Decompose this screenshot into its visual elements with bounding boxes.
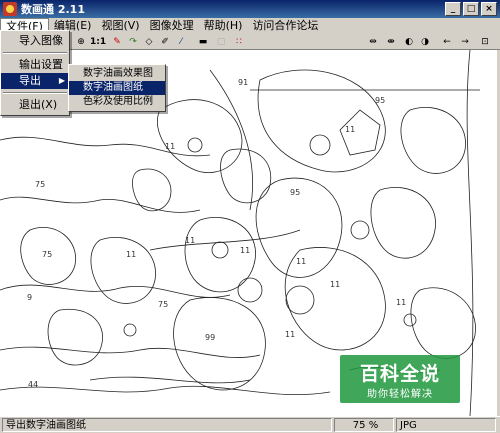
region-number: 44 (28, 380, 39, 389)
status-format: JPG (396, 418, 496, 432)
maximize-button[interactable]: □ (463, 2, 479, 16)
brush-icon[interactable]: ▬ (196, 35, 210, 49)
watermark-logo: 百科全说 助你轻松解决 (340, 355, 460, 403)
region-number: 75 (42, 250, 53, 259)
region-number: 95 (290, 188, 301, 197)
status-bar: 导出数字油画图纸 75 % JPG (0, 416, 500, 433)
menu-export[interactable]: 导出 ▶ (1, 73, 69, 89)
region-number: 75 (35, 180, 46, 189)
eyedropper-icon[interactable]: ⁄ (174, 35, 188, 49)
redo-arrow-icon[interactable]: → (458, 35, 472, 49)
region-number: 11 (345, 125, 356, 134)
submenu-effect-image[interactable]: 数字油画效果图 (69, 67, 165, 81)
submenu-color-usage[interactable]: 色彩及使用比例 (69, 95, 165, 109)
app-icon (3, 2, 17, 16)
zoom-in-icon[interactable]: ⊕ (74, 35, 88, 49)
title-bar: 数画通 2.11 _ □ × (0, 0, 500, 18)
fit-icon[interactable]: ⊡ (478, 35, 492, 49)
menu-separator (3, 52, 67, 54)
menu-export-label: 导出 (19, 74, 41, 87)
window-controls: _ □ × (445, 2, 497, 16)
status-message: 导出数字油画图纸 (2, 418, 332, 432)
flip-icon[interactable]: ◐ (402, 35, 416, 49)
region-number: 9 (27, 293, 33, 302)
export-submenu: 数字油画效果图 数字油画图纸 色彩及使用比例 (68, 64, 166, 112)
region-number: 91 (238, 78, 249, 87)
grid-icon[interactable]: ∷ (232, 35, 246, 49)
region-number: 11 (185, 236, 196, 245)
menu-import-image[interactable]: 导入图像 (1, 33, 69, 49)
menu-output-settings[interactable]: 输出设置 (1, 57, 69, 73)
lasso-icon[interactable]: ◇ (142, 35, 156, 49)
toolbar: ⊕ 1:1 ✎ ↷ ◇ ✐ ⁄ ▬ ▢ ∷ ⇹ ⇼ ◐ ◑ ← → ⊡ (0, 34, 500, 50)
redo-icon[interactable]: ↷ (126, 35, 140, 49)
window-title: 数画通 2.11 (21, 3, 85, 16)
region-number: 95 (375, 96, 386, 105)
menu-visit-forum[interactable]: 访问合作论坛 (247, 18, 323, 34)
align-left-icon[interactable]: ⇹ (366, 35, 380, 49)
region-number: 11 (330, 280, 341, 289)
align-center-icon[interactable]: ⇼ (384, 35, 398, 49)
status-zoom: 75 % (334, 418, 394, 432)
region-number: 11 (165, 142, 176, 151)
menu-help[interactable]: 帮助(H) (199, 18, 248, 34)
menu-view[interactable]: 视图(V) (96, 18, 144, 34)
region-number: 11 (240, 246, 251, 255)
menu-bar: 文件(F) 编辑(E) 视图(V) 图像处理 帮助(H) 访问合作论坛 (0, 18, 500, 34)
selection-icon[interactable]: ▢ (214, 35, 228, 49)
region-number: 11 (285, 330, 296, 339)
undo-icon[interactable]: ← (440, 35, 454, 49)
close-button[interactable]: × (481, 2, 497, 16)
submenu-drawing-sheet[interactable]: 数字油画图纸 (69, 81, 165, 95)
menu-image-processing[interactable]: 图像处理 (145, 18, 199, 34)
watermark-title: 百科全说 (359, 363, 440, 385)
submenu-arrow-icon: ▶ (58, 76, 65, 85)
region-number: 11 (296, 257, 307, 266)
actual-size-icon[interactable]: 1:1 (90, 35, 106, 49)
menu-separator (3, 92, 67, 94)
region-number: 11 (396, 298, 407, 307)
menu-exit[interactable]: 退出(X) (1, 97, 69, 113)
rotate-icon[interactable]: ◑ (418, 35, 432, 49)
region-number: 99 (205, 333, 216, 342)
file-menu-dropdown: 导入图像 输出设置 导出 ▶ 退出(X) (0, 30, 70, 116)
region-number: 11 (126, 250, 137, 259)
pen-icon[interactable]: ✐ (158, 35, 172, 49)
region-number: 75 (158, 300, 169, 309)
minimize-button[interactable]: _ (445, 2, 461, 16)
pencil-icon[interactable]: ✎ (110, 35, 124, 49)
watermark-subtitle: 助你轻松解决 (367, 389, 433, 400)
